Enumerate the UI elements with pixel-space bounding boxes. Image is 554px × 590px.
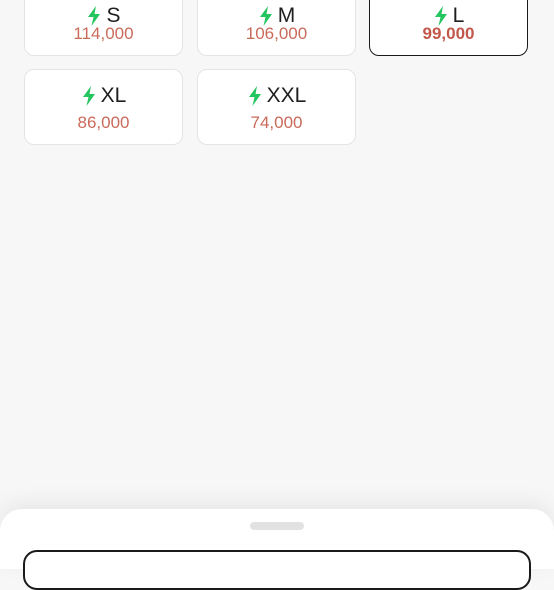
size-label: XXL bbox=[266, 84, 307, 107]
size-price: 86,000 bbox=[77, 113, 130, 132]
bottom-sheet bbox=[0, 509, 554, 590]
size-option-l[interactable]: L 99,000 bbox=[369, 0, 528, 56]
lightning-bolt-icon bbox=[81, 86, 97, 106]
size-option-m[interactable]: M 106,000 bbox=[197, 0, 356, 56]
size-label: XL bbox=[100, 84, 127, 107]
sheet-drag-handle[interactable] bbox=[250, 522, 304, 530]
sheet-action-button[interactable] bbox=[23, 550, 531, 590]
size-price: 99,000 bbox=[422, 24, 475, 43]
size-price: 106,000 bbox=[245, 24, 308, 43]
size-option-xxl[interactable]: XXL 74,000 bbox=[197, 69, 356, 145]
size-option-xl[interactable]: XL 86,000 bbox=[24, 69, 183, 145]
size-price: 114,000 bbox=[73, 24, 134, 43]
lightning-bolt-icon bbox=[433, 6, 449, 26]
size-option-s[interactable]: S 114,000 bbox=[24, 0, 183, 56]
lightning-bolt-icon bbox=[258, 6, 274, 26]
size-price: 74,000 bbox=[250, 113, 303, 132]
size-option-grid: S 114,000 M 106,000 L 99,000 XL 86,000 X… bbox=[0, 0, 554, 160]
lightning-bolt-icon bbox=[86, 6, 102, 26]
lightning-bolt-icon bbox=[247, 86, 263, 106]
